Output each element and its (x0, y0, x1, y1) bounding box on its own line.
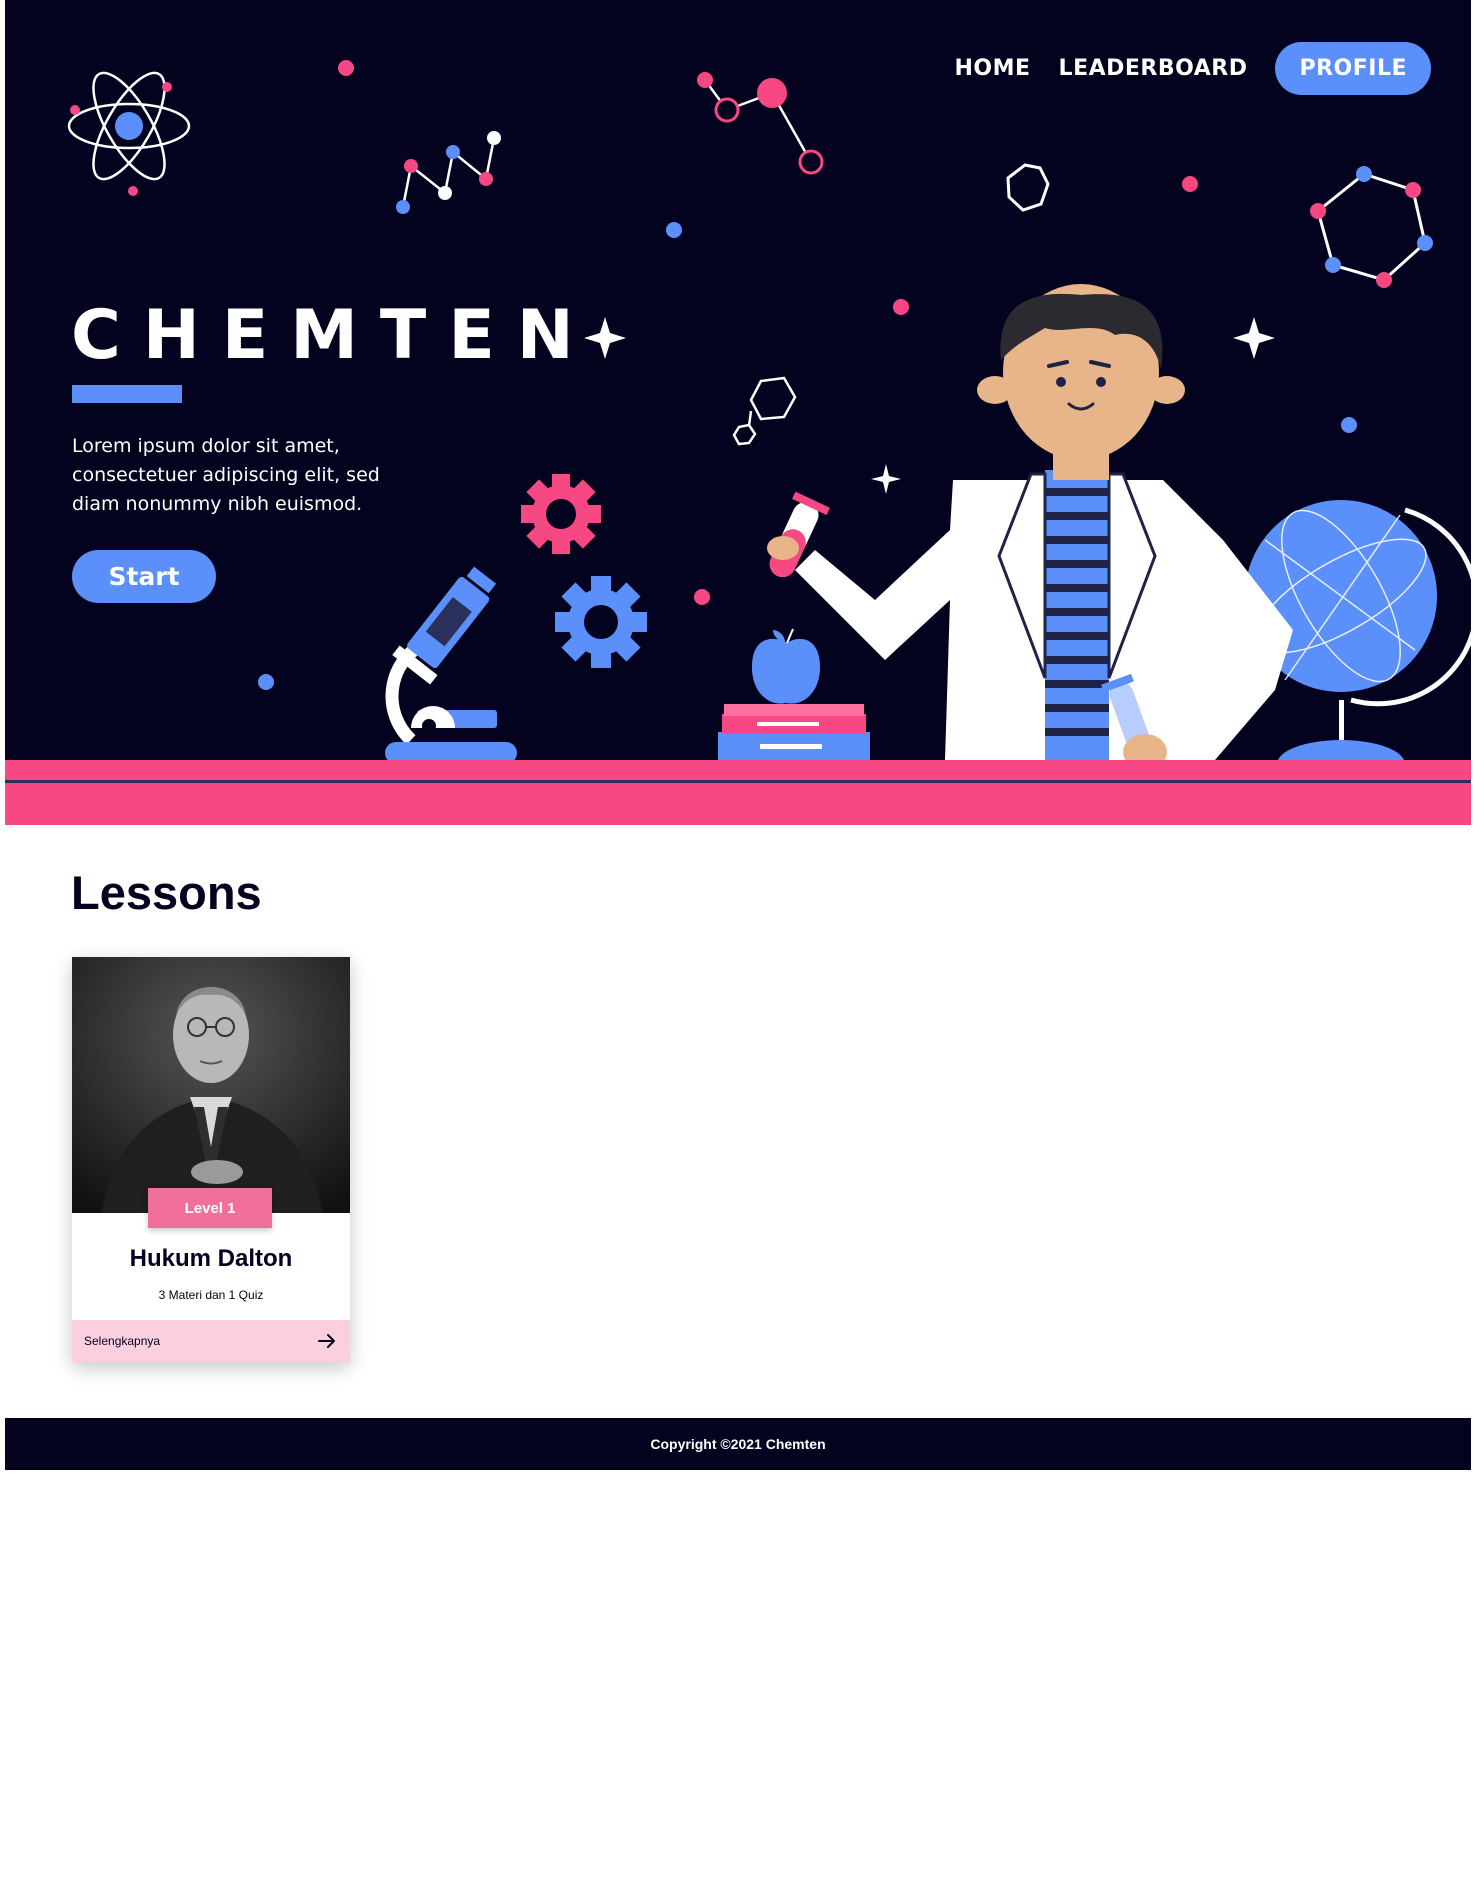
start-button[interactable]: Start (72, 550, 216, 603)
atom-logo-icon (67, 71, 191, 196)
scientist-illustration-icon (767, 284, 1293, 770)
brand-underline (72, 385, 182, 403)
hexagon-pair-icon (732, 376, 797, 446)
level-badge: Level 1 (148, 1188, 272, 1228)
arrow-right-icon (318, 1334, 335, 1348)
microscope-icon (385, 566, 517, 764)
molecule-pink-icon (697, 72, 824, 175)
gear-blue-icon (555, 576, 647, 668)
hexagon-icon (1006, 163, 1050, 212)
lesson-title: Hukum Dalton (129, 1245, 293, 1272)
page: HOME LEADERBOARD PROFILE CHEMTEN Lorem i… (5, 0, 1471, 1470)
molecule-chain-icon (396, 131, 501, 214)
ring-molecule-icon (1310, 166, 1433, 288)
portrait-photo-icon (72, 957, 350, 1213)
sparkle-icon (584, 317, 1275, 494)
lessons-heading: Lessons (71, 866, 262, 919)
main-nav: HOME LEADERBOARD PROFILE (955, 42, 1431, 95)
hero-tagline: Lorem ipsum dolor sit amet, consectetuer… (72, 435, 380, 515)
hero-banner: HOME LEADERBOARD PROFILE CHEMTEN Lorem i… (5, 0, 1471, 825)
lesson-portrait-image (72, 957, 350, 1213)
nav-profile-button[interactable]: PROFILE (1275, 42, 1431, 95)
nav-leaderboard[interactable]: LEADERBOARD (1059, 56, 1248, 81)
hero-illustration (5, 60, 1471, 825)
lesson-subtitle: 3 Materi dan 1 Quiz (158, 1288, 264, 1302)
gear-pink-icon (521, 474, 601, 554)
brand-title: CHEMTEN (71, 296, 596, 375)
books-apple-icon (718, 628, 870, 760)
copyright-text: Copyright ©2021 Chemten (650, 1436, 826, 1452)
lesson-more-label: Selengkapnya (84, 1334, 161, 1348)
site-footer: Copyright ©2021 Chemten (5, 1418, 1471, 1470)
nav-home[interactable]: HOME (955, 56, 1031, 81)
lesson-more-link[interactable]: Selengkapnya (72, 1320, 350, 1362)
table-surface (5, 760, 1471, 825)
lesson-card[interactable]: Level 1 Hukum Dalton 3 Materi dan 1 Quiz… (72, 957, 350, 1362)
